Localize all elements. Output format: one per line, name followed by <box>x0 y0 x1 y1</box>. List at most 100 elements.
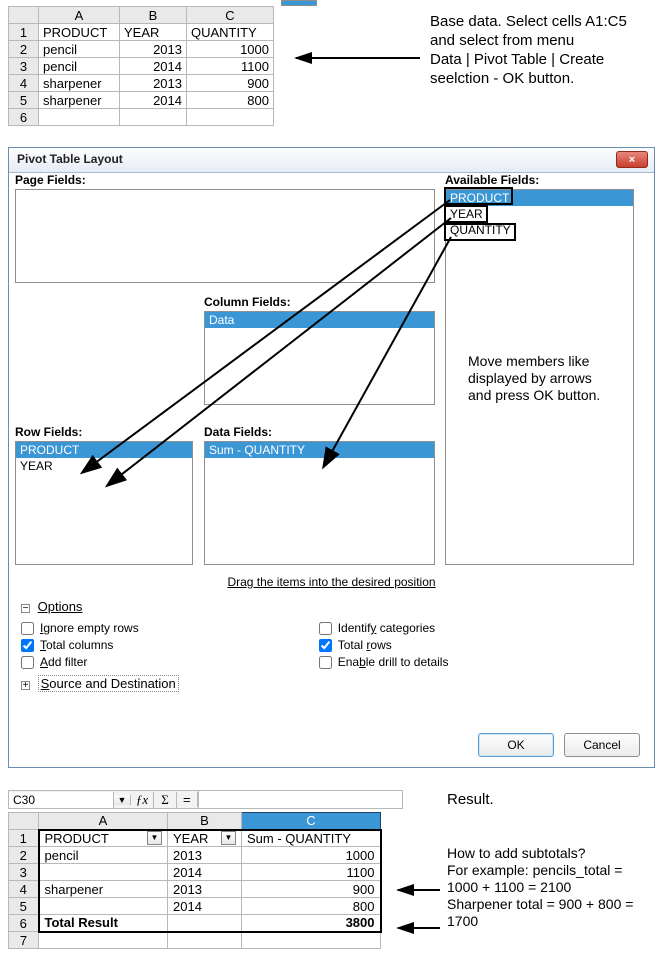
cell[interactable]: 900 <box>187 75 274 92</box>
filter-dropdown-icon[interactable]: ▼ <box>147 831 162 845</box>
row-header[interactable]: 3 <box>9 864 39 881</box>
row-header[interactable]: 6 <box>9 915 39 932</box>
filter-dropdown-icon[interactable]: ▼ <box>221 831 236 845</box>
cell[interactable] <box>39 932 168 949</box>
cell[interactable]: QUANTITY <box>187 24 274 41</box>
equals-icon[interactable]: = <box>177 792 198 807</box>
cell[interactable] <box>39 864 168 881</box>
column-fields-box[interactable]: Data <box>204 311 435 405</box>
available-field-product[interactable]: PRODUCT <box>446 190 633 206</box>
ok-button[interactable]: OK <box>478 733 554 757</box>
row-header[interactable]: 5 <box>9 898 39 915</box>
available-fields-label: Available Fields: <box>445 173 539 187</box>
corner-cell[interactable] <box>9 813 39 830</box>
cell[interactable]: 2014 <box>168 864 242 881</box>
cell[interactable] <box>168 915 242 932</box>
corner-cell[interactable] <box>9 7 39 24</box>
cell[interactable]: pencil <box>39 847 168 864</box>
options-expander[interactable]: − Options <box>21 599 641 614</box>
row-header[interactable]: 1 <box>9 24 39 41</box>
cell[interactable]: Sum - QUANTITY <box>242 830 381 847</box>
cell[interactable]: 2013 <box>168 881 242 898</box>
cell[interactable]: 1000 <box>242 847 381 864</box>
sigma-icon[interactable]: Σ <box>154 792 177 808</box>
ignore-empty-rows-checkbox[interactable]: IIgnore empty rowsgnore empty rows <box>21 621 139 635</box>
close-button[interactable]: × <box>616 151 648 168</box>
base-data-grid[interactable]: A B C 1 PRODUCT YEAR QUANTITY 2 pencil 2… <box>8 6 274 126</box>
cell[interactable]: 2013 <box>168 847 242 864</box>
cell[interactable]: 800 <box>242 898 381 915</box>
cell[interactable]: Total Result <box>39 915 168 932</box>
cell-reference-input[interactable]: C30 <box>9 792 114 808</box>
sheet-tab-selected <box>281 0 317 6</box>
row-field-year[interactable]: YEAR <box>16 458 192 474</box>
data-fields-box[interactable]: Sum - QUANTITY <box>204 441 435 565</box>
source-destination-expander[interactable]: + Source and Destination <box>21 676 641 691</box>
identify-categories-checkbox[interactable]: Identify categories <box>319 621 449 635</box>
cell[interactable]: YEAR <box>120 24 187 41</box>
instruction-subtotals: How to add subtotals? For example: penci… <box>447 845 657 930</box>
col-header-b[interactable]: B <box>168 813 242 830</box>
cell[interactable] <box>39 109 120 126</box>
cell[interactable]: PRODUCT▼ <box>39 830 168 847</box>
col-header-a[interactable]: A <box>39 813 168 830</box>
row-header[interactable]: 5 <box>9 92 39 109</box>
formula-bar[interactable]: C30 ▼ ƒx Σ = <box>8 790 403 809</box>
cell[interactable]: 1100 <box>187 58 274 75</box>
cell[interactable]: YEAR▼ <box>168 830 242 847</box>
cell[interactable]: pencil <box>39 41 120 58</box>
cell[interactable] <box>187 109 274 126</box>
total-columns-checkbox[interactable]: Total columns <box>21 638 139 652</box>
row-header[interactable]: 4 <box>9 75 39 92</box>
cell[interactable]: 800 <box>187 92 274 109</box>
row-header[interactable]: 4 <box>9 881 39 898</box>
cell[interactable] <box>242 932 381 949</box>
cell[interactable]: sharpener <box>39 75 120 92</box>
cell[interactable] <box>39 898 168 915</box>
data-fields-label: Data Fields: <box>204 425 272 439</box>
row-header[interactable]: 3 <box>9 58 39 75</box>
col-header-c[interactable]: C <box>242 813 381 830</box>
data-field-sum-quantity[interactable]: Sum - QUANTITY <box>205 442 434 458</box>
fx-icon[interactable]: ƒx <box>131 792 154 808</box>
row-header[interactable]: 7 <box>9 932 39 949</box>
cell[interactable]: 2014 <box>120 58 187 75</box>
cell[interactable]: 2014 <box>168 898 242 915</box>
cell[interactable]: 3800 <box>242 915 381 932</box>
row-header[interactable]: 2 <box>9 41 39 58</box>
cell[interactable]: PRODUCT <box>39 24 120 41</box>
page-fields-box[interactable] <box>15 189 435 283</box>
close-icon: × <box>629 154 635 166</box>
cell[interactable]: 900 <box>242 881 381 898</box>
cell[interactable]: sharpener <box>39 881 168 898</box>
available-field-quantity[interactable]: QUANTITY <box>446 222 633 238</box>
cell[interactable]: 2014 <box>120 92 187 109</box>
enable-drill-checkbox[interactable]: Enable drill to details <box>319 655 449 669</box>
row-field-product[interactable]: PRODUCT <box>16 442 192 458</box>
col-header-c[interactable]: C <box>187 7 274 24</box>
cell[interactable]: 1000 <box>187 41 274 58</box>
row-header[interactable]: 1 <box>9 830 39 847</box>
dialog-titlebar[interactable]: Pivot Table Layout × <box>9 148 654 173</box>
cell[interactable]: sharpener <box>39 92 120 109</box>
cell[interactable] <box>168 932 242 949</box>
name-box-dropdown[interactable]: ▼ <box>114 795 131 805</box>
total-rows-checkbox[interactable]: Total rows <box>319 638 449 652</box>
col-header-a[interactable]: A <box>39 7 120 24</box>
result-label: Result. <box>447 790 494 809</box>
col-header-b[interactable]: B <box>120 7 187 24</box>
cell[interactable]: 2013 <box>120 41 187 58</box>
column-field-data[interactable]: Data <box>205 312 434 328</box>
cell[interactable]: 1100 <box>242 864 381 881</box>
cell[interactable]: pencil <box>39 58 120 75</box>
add-filter-checkbox[interactable]: Add filter <box>21 655 139 669</box>
formula-input[interactable] <box>198 791 402 808</box>
row-header[interactable]: 2 <box>9 847 39 864</box>
available-field-year[interactable]: YEAR <box>446 206 633 222</box>
result-grid[interactable]: A B C 1 PRODUCT▼ YEAR▼ Sum - QUANTITY 2 … <box>8 812 382 949</box>
cell[interactable] <box>120 109 187 126</box>
row-header[interactable]: 6 <box>9 109 39 126</box>
cell[interactable]: 2013 <box>120 75 187 92</box>
cancel-button[interactable]: Cancel <box>564 733 640 757</box>
row-fields-box[interactable]: PRODUCT YEAR <box>15 441 193 565</box>
